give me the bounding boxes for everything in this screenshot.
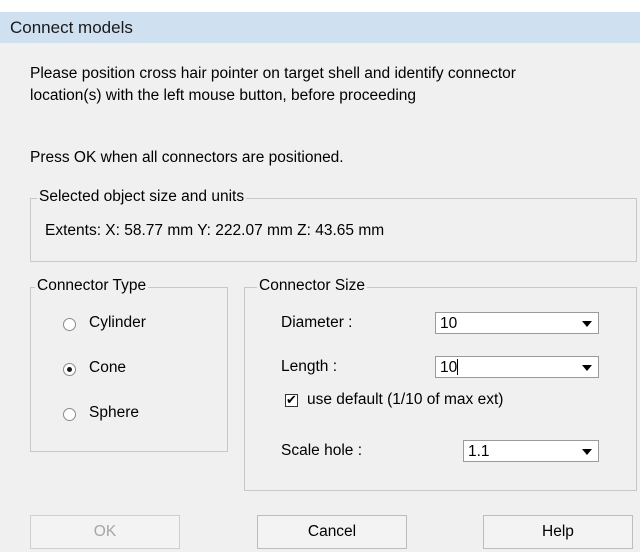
connector-type-legend: Connector Type: [35, 277, 149, 295]
help-button[interactable]: Help: [483, 515, 633, 549]
connector-type-group: Connector Type Cylinder Cone Sphere: [30, 277, 228, 452]
radio-cone-label[interactable]: Cone: [89, 359, 126, 377]
title-bar: Connect models: [0, 12, 640, 43]
radio-sphere-label[interactable]: Sphere: [89, 404, 139, 422]
connector-size-legend: Connector Size: [257, 277, 367, 295]
radio-sphere-circle[interactable]: [63, 408, 76, 421]
diameter-combo[interactable]: 10: [435, 312, 599, 334]
instruction-line-2: location(s) with the left mouse button, …: [30, 87, 417, 104]
cancel-button[interactable]: Cancel: [257, 515, 407, 549]
radio-cone-circle[interactable]: [63, 363, 76, 376]
connect-models-dialog: Please position cross hair pointer on ta…: [0, 43, 640, 552]
object-size-legend: Selected object size and units: [37, 188, 247, 206]
scale-hole-combo[interactable]: 1.1: [463, 440, 599, 462]
press-ok-text: Press OK when all connectors are positio…: [30, 149, 344, 166]
diameter-label: Diameter :: [281, 314, 353, 331]
radio-cylinder-label[interactable]: Cylinder: [89, 314, 146, 332]
ok-button[interactable]: OK: [30, 515, 180, 549]
length-label: Length :: [281, 358, 338, 375]
use-default-checkbox[interactable]: ✔: [285, 392, 298, 407]
text-caret: [457, 359, 459, 375]
instruction-line-1: Please position cross hair pointer on ta…: [30, 65, 516, 82]
scale-hole-label: Scale hole :: [281, 442, 362, 459]
length-value: 10: [440, 359, 458, 376]
window-title: Connect models: [10, 18, 133, 37]
length-combo[interactable]: 10: [435, 356, 599, 378]
object-size-group: Selected object size and units Extents: …: [30, 188, 637, 262]
scale-hole-value: 1.1: [468, 443, 490, 460]
chevron-down-icon[interactable]: [582, 321, 592, 327]
check-icon: ✔: [286, 392, 297, 407]
chevron-down-icon[interactable]: [582, 365, 592, 371]
diameter-value: 10: [440, 315, 458, 332]
extents-text: Extents: X: 58.77 mm Y: 222.07 mm Z: 43.…: [45, 222, 385, 239]
chevron-down-icon[interactable]: [582, 449, 592, 455]
length-value-wrap: 10: [440, 359, 459, 377]
connector-size-group: Connector Size Diameter : 10 Length : 10…: [244, 277, 637, 491]
use-default-label[interactable]: use default (1/10 of max ext): [307, 391, 503, 409]
radio-selected-dot: [67, 367, 72, 372]
radio-cylinder-circle[interactable]: [63, 318, 76, 331]
